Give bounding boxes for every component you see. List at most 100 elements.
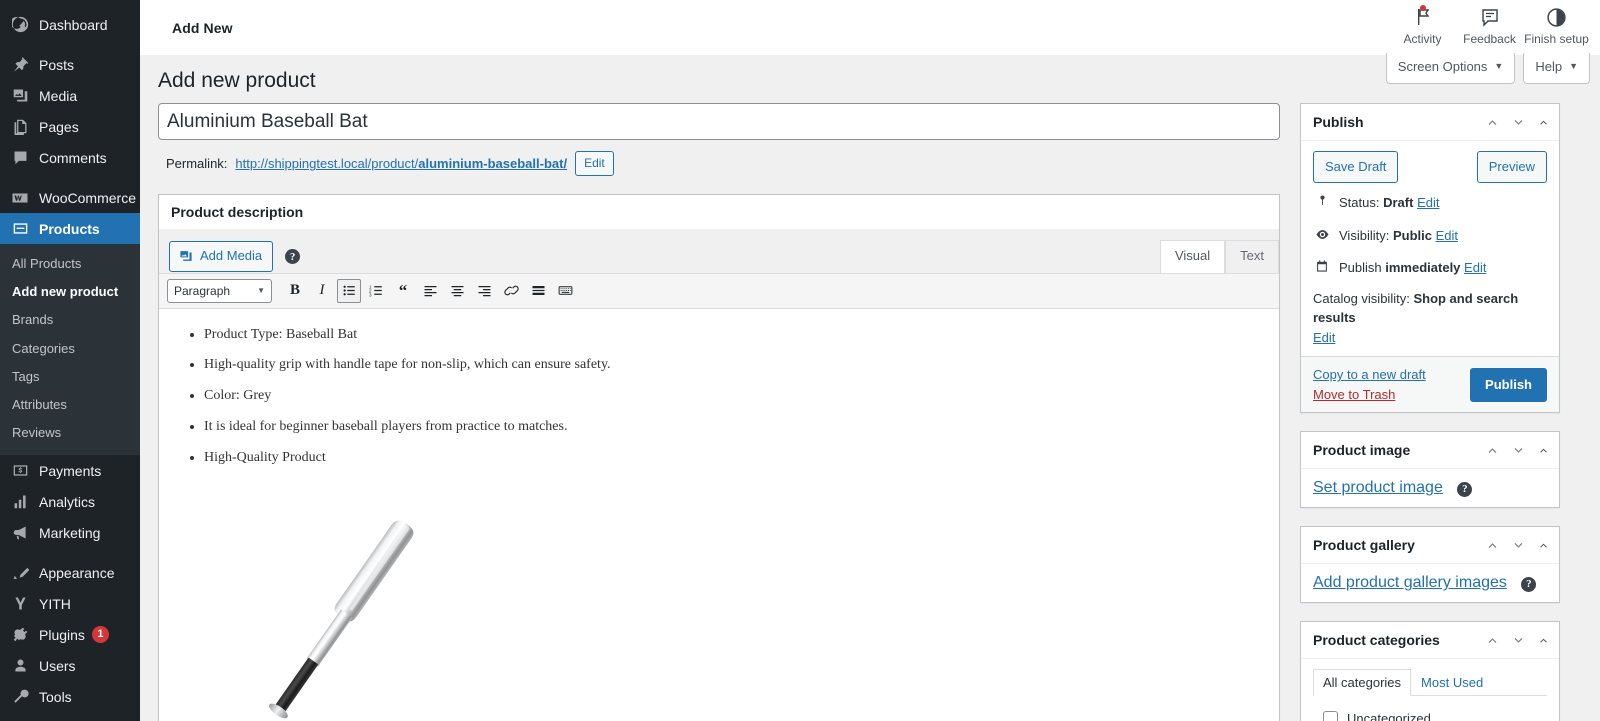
- editor-content-area[interactable]: Product Type: Baseball Bat High-quality …: [159, 308, 1279, 721]
- category-checkbox[interactable]: [1323, 711, 1338, 721]
- sidebar-item-posts[interactable]: Posts: [0, 49, 140, 80]
- sidebar-item-plugins[interactable]: Plugins 1: [0, 619, 140, 650]
- numbered-list-icon[interactable]: 123: [364, 279, 388, 303]
- submenu-item-brands[interactable]: Brands: [0, 306, 140, 334]
- product-gallery-help-icon[interactable]: ?: [1521, 576, 1537, 592]
- permalink-label: Permalink:: [166, 156, 228, 172]
- move-to-trash-link[interactable]: Move to Trash: [1313, 387, 1426, 402]
- sidebar-item-media[interactable]: Media: [0, 80, 140, 111]
- move-down-icon[interactable]: [1512, 444, 1525, 457]
- submenu-item-all-products[interactable]: All Products: [0, 250, 140, 278]
- adminbar-right-group: Activity Feedback Finish setup: [1389, 0, 1590, 55]
- align-center-icon[interactable]: [445, 279, 469, 303]
- status-edit-link[interactable]: Edit: [1417, 195, 1439, 210]
- visibility-edit-link[interactable]: Edit: [1436, 228, 1458, 243]
- move-down-icon[interactable]: [1512, 634, 1525, 647]
- align-left-icon[interactable]: [418, 279, 442, 303]
- move-up-icon[interactable]: [1486, 116, 1499, 129]
- sidebar-item-label: Users: [39, 657, 76, 674]
- move-down-icon[interactable]: [1512, 539, 1525, 552]
- publish-button[interactable]: Publish: [1470, 368, 1547, 403]
- product-categories-panel: Product categories All categories Most U…: [1300, 621, 1560, 721]
- yith-icon: [10, 594, 30, 614]
- paragraph-format-value: Paragraph: [174, 283, 231, 298]
- blockquote-icon[interactable]: “: [391, 279, 415, 303]
- permalink-base: http://shippingtest.local/product/: [235, 156, 419, 172]
- visibility-label: Visibility:: [1339, 227, 1390, 243]
- sidebar-group-separator-3: [0, 548, 140, 557]
- move-up-icon[interactable]: [1486, 539, 1499, 552]
- payments-icon: [10, 461, 30, 481]
- feedback-button[interactable]: Feedback: [1456, 0, 1523, 46]
- activity-button[interactable]: Activity: [1389, 0, 1456, 46]
- submenu-item-reviews[interactable]: Reviews: [0, 419, 140, 447]
- toggle-panel-icon[interactable]: [1538, 540, 1549, 551]
- tab-visual[interactable]: Visual: [1159, 240, 1226, 273]
- toggle-panel-icon[interactable]: [1538, 635, 1549, 646]
- screen-options-button[interactable]: Screen Options ▼: [1385, 53, 1516, 84]
- toggle-panel-icon[interactable]: [1538, 117, 1549, 128]
- sidebar-item-dashboard[interactable]: Dashboard: [0, 9, 140, 40]
- publish-footer-links: Copy to a new draft Move to Trash: [1313, 367, 1426, 402]
- sidebar-item-appearance[interactable]: Appearance: [0, 557, 140, 588]
- add-product-gallery-images-link[interactable]: Add product gallery images: [1313, 574, 1507, 591]
- bulleted-list-icon[interactable]: [337, 278, 361, 303]
- set-product-image-link[interactable]: Set product image: [1313, 479, 1443, 496]
- product-title-input[interactable]: Aluminium Baseball Bat: [158, 103, 1280, 141]
- sidebar-item-tools[interactable]: Tools: [0, 681, 140, 712]
- sidebar-item-analytics[interactable]: Analytics: [0, 486, 140, 517]
- feedback-icon: [1480, 5, 1500, 29]
- help-button[interactable]: Help ▼: [1523, 53, 1590, 84]
- catalog-visibility-edit-link[interactable]: Edit: [1313, 330, 1335, 345]
- preview-button[interactable]: Preview: [1476, 151, 1547, 184]
- bold-icon[interactable]: B: [283, 279, 307, 303]
- finish-setup-button[interactable]: Finish setup: [1523, 0, 1590, 46]
- product-image-help-icon[interactable]: ?: [1457, 481, 1473, 497]
- permalink-link[interactable]: http://shippingtest.local/product/alumin…: [235, 156, 567, 171]
- submenu-item-tags[interactable]: Tags: [0, 363, 140, 391]
- sidebar-item-payments[interactable]: Payments: [0, 455, 140, 486]
- paragraph-format-select[interactable]: Paragraph ▼: [167, 278, 272, 303]
- move-down-icon[interactable]: [1512, 116, 1525, 129]
- dashboard-icon: [10, 15, 30, 35]
- insert-link-icon[interactable]: [499, 279, 523, 303]
- read-more-icon[interactable]: [526, 279, 550, 303]
- submenu-item-categories[interactable]: Categories: [0, 335, 140, 363]
- sidebar-item-label: WooCommerce: [39, 189, 136, 206]
- tab-most-used[interactable]: Most Used: [1411, 669, 1493, 696]
- editor-help-icon[interactable]: ?: [285, 249, 301, 265]
- list-item: Color: Grey: [204, 384, 1261, 408]
- publish-footer: Copy to a new draft Move to Trash Publis…: [1301, 356, 1559, 413]
- permalink-edit-button[interactable]: Edit: [575, 151, 614, 177]
- status-label: Status:: [1339, 195, 1380, 211]
- list-item[interactable]: Uncategorized: [1323, 708, 1547, 721]
- status-text: Status: Draft Edit: [1339, 193, 1439, 213]
- move-up-icon[interactable]: [1486, 444, 1499, 457]
- sidebar-item-comments[interactable]: Comments: [0, 142, 140, 173]
- product-categories-panel-body: All categories Most Used Uncategorized C…: [1301, 659, 1559, 721]
- sidebar-item-marketing[interactable]: Marketing: [0, 517, 140, 548]
- italic-icon[interactable]: I: [310, 279, 334, 303]
- move-up-icon[interactable]: [1486, 634, 1499, 647]
- submenu-item-attributes[interactable]: Attributes: [0, 391, 140, 419]
- publish-panel: Publish Save Draft Preview Status: Draft…: [1300, 103, 1560, 414]
- tab-text[interactable]: Text: [1225, 240, 1279, 273]
- tab-all-categories[interactable]: All categories: [1313, 669, 1412, 697]
- sidebar-item-users[interactable]: Users: [0, 650, 140, 681]
- submenu-item-add-new-product[interactable]: Add new product: [0, 278, 140, 306]
- save-draft-button[interactable]: Save Draft: [1313, 151, 1399, 184]
- copy-to-new-draft-link[interactable]: Copy to a new draft: [1313, 367, 1426, 382]
- sidebar-item-products[interactable]: Products: [0, 213, 140, 244]
- tools-icon: [10, 687, 30, 707]
- sidebar-item-woocommerce[interactable]: WooCommerce: [0, 182, 140, 213]
- products-submenu: All Products Add new product Brands Cate…: [0, 244, 140, 456]
- toggle-panel-icon[interactable]: [1538, 445, 1549, 456]
- sidebar-column: Publish Save Draft Preview Status: Draft…: [1300, 103, 1560, 721]
- sidebar-item-yith[interactable]: YITH: [0, 588, 140, 619]
- publish-time-edit-link[interactable]: Edit: [1464, 260, 1486, 275]
- add-media-button[interactable]: Add Media: [169, 240, 274, 273]
- toolbar-toggle-icon[interactable]: [553, 279, 577, 303]
- align-right-icon[interactable]: [472, 279, 496, 303]
- plugins-update-badge: 1: [91, 626, 109, 644]
- sidebar-item-pages[interactable]: Pages: [0, 111, 140, 142]
